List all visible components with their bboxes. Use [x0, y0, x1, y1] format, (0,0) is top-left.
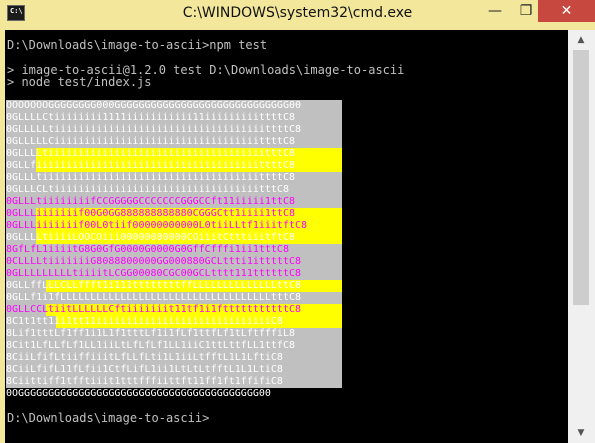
ascii-art-row: OOOOOOOGGGGGGGG000GGGGGGGGGGGGGGGGGGGGGG… — [6, 100, 302, 111]
scroll-down-button[interactable]: ▼ — [573, 425, 589, 441]
ascii-art-row: 8Cit1LfLLfLf1LL1iiLtLfLfLf1LL1iiC1ttLttf… — [6, 340, 295, 351]
ascii-art-row: 0GLLLLtiiiiiiiiiiiiiiiiiiiiiiiiiiiiiiiii… — [6, 148, 295, 159]
ascii-art-row: 0GLLLiiiiiiif00G0GG888888888880CGGGCtt1i… — [6, 208, 295, 219]
ascii-art-row: 8CiiLfifL11fLfii1CtfLifL1ii1LtLtLtfftL1L… — [6, 364, 283, 375]
ascii-art-row: 8CiiLfifLtiiffiiitLfLLfLti1L1iiLtfftL1L1… — [6, 352, 283, 363]
vertical-scrollbar[interactable]: ▲ ▼ — [568, 30, 595, 443]
ascii-art-row: 0GLLLiiiiiiif00L0tiif00000000000L0tiiLLt… — [6, 220, 308, 231]
scroll-up-button[interactable]: ▲ — [573, 32, 589, 48]
maximize-button[interactable]: ❐ — [511, 0, 541, 22]
ascii-art-row: 0GLLLLCtiiiiiiii1111iiiiiiiiiii11iiiiiii… — [6, 112, 295, 123]
console-line-command: D:\Downloads\image-to-ascii>npm test — [7, 38, 268, 52]
ascii-art-row: 0GLLf1i1fLLLLLLLLLLLLLLLLLLLLLLLLLLLLLLL… — [6, 292, 302, 303]
console-output[interactable]: D:\Downloads\image-to-ascii>npm test > i… — [5, 30, 568, 443]
ascii-art-row: 0GLLLCLtiiiiiiiiiiiiiiiiiiiiiiiiiiiiiiii… — [6, 184, 289, 195]
ascii-art-row: 0GLLCCLtiitLLLLLLCftiiiiiiit11tf1i1ftttt… — [6, 304, 302, 315]
ascii-art-output: OOOOOOOGGGGGGGG000GGGGGGGGGGGGGGGGGGGGGG… — [6, 100, 342, 399]
ascii-art-row: 0GLLLLtiiiiLOOCOiii00000080000COiiitCttt… — [6, 232, 295, 243]
ascii-art-row: 0CLLLLtiiiiiiiG8088800000GG000880GCLttti… — [6, 256, 302, 267]
ascii-art-row: 0GLLLLLtiiiiiiiiiiiiiiiiiiiiiiiiiiiiiiii… — [6, 124, 302, 135]
ascii-art-row: 0GLLffLLLCLLffft1i111ttttttttffLLLLLLLLL… — [6, 280, 302, 291]
ascii-art-row: 8GfLfL1iiiitG8G0GfG0000G0000G0GffCfffi1i… — [6, 244, 289, 255]
scrollbar-thumb[interactable] — [573, 50, 589, 305]
ascii-art-row: 8Lif1tttLf1ff1i1L1f1tttLf1i1fLf1ttfLf1tL… — [6, 328, 295, 339]
ascii-art-row: 8C1t1tt1ii1tt11iiiiiiiiiiiiiiiiiiiiiiiii… — [6, 316, 283, 327]
ascii-art-row: 0GLLLLLCiiiiiiiiiiiiiiiiiiiiiiiiiiiiiiii… — [6, 136, 295, 147]
ascii-art-row: 0GLLLtiiiiiiiiiiiiiiiiiiiiiiiiiiiiiiiiii… — [6, 172, 295, 183]
minimize-button[interactable]: — — [480, 0, 510, 22]
ascii-art-row: 0GLLfiiiiiiiiiiiiiiiiiiiiiiiiiiiiiiiiiii… — [6, 160, 295, 171]
ascii-art-row: 8Ciittiff1tfftiiit1tttfffiittft11ff1ft1f… — [6, 376, 283, 387]
console-line-node: > node test/index.js — [7, 75, 152, 89]
ascii-art-row: 0OGGGGGGGGGGGGGGGGGGGGGGGGGGGGGGGGGGGGGG… — [6, 388, 271, 399]
close-button[interactable]: ✕ — [538, 0, 595, 22]
console-prompt[interactable]: D:\Downloads\image-to-ascii> — [7, 412, 209, 424]
title-bar[interactable]: C:\ C:\WINDOWS\system32\cmd.exe — ❐ ✕ — [0, 0, 595, 30]
ascii-art-row: 0GLLLtiiiiiiiifCCGGGGGCCCCCCCGGGCCft11ii… — [6, 196, 295, 207]
ascii-art-row: 0GLLLLLLLLLtiiiitLCGG00080CGC00GCLtttt11… — [6, 268, 302, 279]
